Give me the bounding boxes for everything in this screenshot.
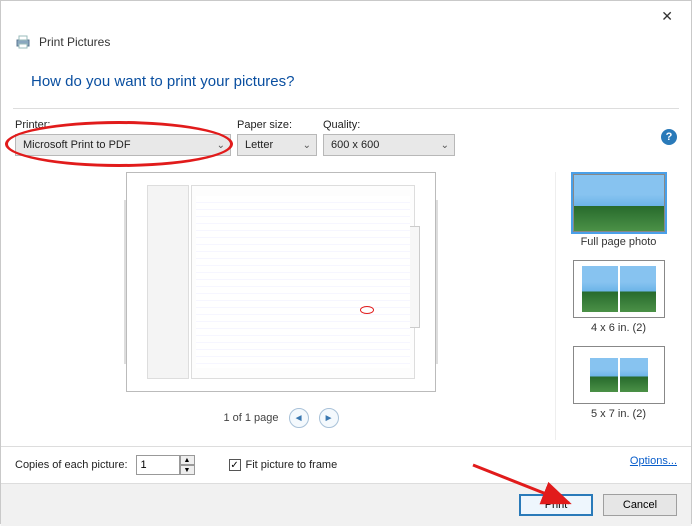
layout-4x6[interactable]: 4 x 6 in. (2) [560, 260, 677, 334]
copies-stepper[interactable]: ▲ ▼ [136, 455, 195, 475]
quality-label: Quality: [323, 119, 455, 131]
controls-row: Printer: Microsoft Print to PDF ⌄ Paper … [1, 115, 691, 166]
copies-input[interactable] [136, 455, 180, 475]
dialog-buttons: Print Cancel [1, 483, 691, 526]
print-button[interactable]: Print [519, 494, 593, 516]
layout-5x7[interactable]: 5 x 7 in. (2) [560, 346, 677, 420]
chevron-down-icon: ⌄ [217, 140, 225, 151]
options-link[interactable]: Options... [630, 455, 677, 467]
layout-label: 5 x 7 in. (2) [591, 408, 646, 420]
pager-text: 1 of 1 page [223, 412, 278, 424]
layout-label: Full page photo [581, 236, 657, 248]
heading-area: How do you want to print your pictures? [1, 59, 691, 108]
printer-value: Microsoft Print to PDF [23, 139, 131, 151]
quality-value: 600 x 600 [331, 139, 379, 151]
layout-full-page[interactable]: Full page photo [560, 174, 677, 248]
fit-label: Fit picture to frame [246, 459, 338, 471]
copies-down[interactable]: ▼ [180, 465, 195, 475]
layout-sidebar[interactable]: Full page photo 4 x 6 in. (2) 5 x 7 in. … [555, 172, 679, 440]
paper-size-select[interactable]: Letter ⌄ [237, 134, 317, 156]
copies-label: Copies of each picture: [15, 459, 128, 471]
paper-label: Paper size: [237, 119, 317, 131]
layout-label: 4 x 6 in. (2) [591, 322, 646, 334]
print-preview [126, 172, 436, 392]
help-icon[interactable]: ? [661, 129, 677, 145]
printer-label: Printer: [15, 119, 231, 131]
window-title: Print Pictures [39, 35, 110, 49]
page-heading: How do you want to print your pictures? [31, 73, 661, 90]
window-header: Print Pictures [1, 31, 691, 59]
cancel-button[interactable]: Cancel [603, 494, 677, 516]
checkbox-icon: ✓ [229, 459, 241, 471]
pager: 1 of 1 page ◄ ► [223, 408, 338, 428]
body-area: 1 of 1 page ◄ ► Full page photo 4 x 6 in… [1, 166, 691, 440]
fit-checkbox[interactable]: ✓ Fit picture to frame [229, 459, 338, 471]
chevron-down-icon: ⌄ [303, 140, 311, 151]
pager-next-button[interactable]: ► [319, 408, 339, 428]
preview-column: 1 of 1 page ◄ ► [13, 172, 549, 440]
printer-select[interactable]: Microsoft Print to PDF ⌄ [15, 134, 231, 156]
chevron-down-icon: ⌄ [441, 140, 449, 151]
printer-icon [15, 35, 31, 49]
options-row: Copies of each picture: ▲ ▼ ✓ Fit pictur… [1, 446, 691, 483]
titlebar: ✕ [1, 1, 691, 31]
pager-prev-button[interactable]: ◄ [289, 408, 309, 428]
copies-up[interactable]: ▲ [180, 455, 195, 465]
divider [13, 108, 679, 109]
close-icon[interactable]: ✕ [653, 4, 681, 29]
paper-value: Letter [245, 139, 273, 151]
print-pictures-dialog: ✕ Print Pictures How do you want to prin… [0, 0, 692, 524]
quality-select[interactable]: 600 x 600 ⌄ [323, 134, 455, 156]
